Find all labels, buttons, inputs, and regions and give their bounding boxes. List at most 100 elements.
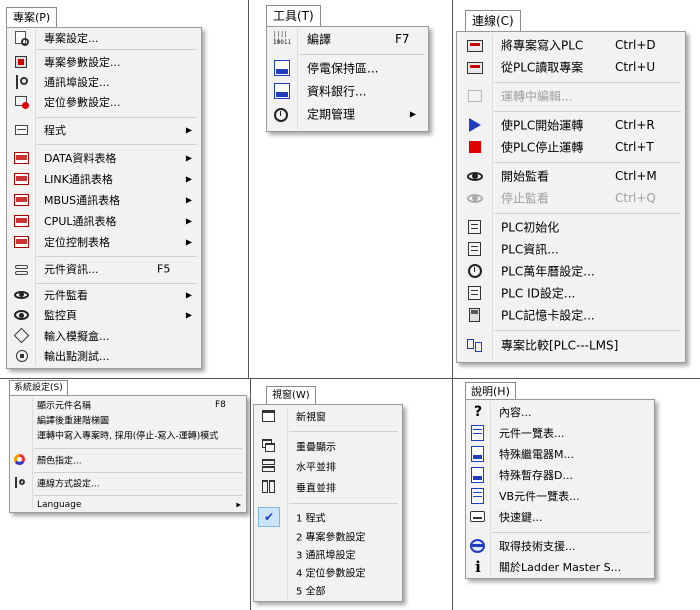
menu-item-link-table[interactable]: LINK通訊表格 ▶ <box>7 169 201 189</box>
eye-icon <box>14 287 30 303</box>
menu-item-window-1[interactable]: ✔ 1 程式 <box>254 507 402 527</box>
menu-item-new-window[interactable]: 新視窗 <box>254 406 402 426</box>
menu-item-window-5[interactable]: 5 全部 <box>254 581 402 599</box>
menu-item-write-plc[interactable]: 將專案寫入PLC Ctrl+D <box>457 34 685 56</box>
play-icon <box>467 117 483 133</box>
clock-icon <box>467 263 483 279</box>
vb-list-icon <box>470 487 486 504</box>
menu-item-run-edit: 運轉中編輯... <box>457 85 685 107</box>
menu-item-retentive[interactable]: 停電保持區... <box>267 57 428 79</box>
read-plc-icon <box>467 59 483 75</box>
menu-item-compare[interactable]: 專案比較[PLC---LMS] <box>457 334 685 356</box>
menu-item-element-watch[interactable]: 元件監看 ▶ <box>7 285 201 305</box>
menu-item-about[interactable]: i 關於Ladder Master S... <box>466 556 654 577</box>
menu-item-program[interactable]: 程式 ▶ <box>7 120 201 140</box>
window-dropdown: 新視窗 重疊顯示 水平並排 垂直並排 ✔ 1 程式 2 專案參數設定 3 通訊埠… <box>253 404 403 602</box>
program-icon <box>14 122 30 138</box>
menu-item-vb-list[interactable]: VB元件一覽表... <box>466 485 654 506</box>
menu-item-hotkeys[interactable]: 快速鍵... <box>466 506 654 527</box>
write-plc-icon <box>467 37 483 53</box>
connect-menu-panel: 連線(C) 將專案寫入PLC Ctrl+D 從PLC讀取專案 Ctrl+U 運轉… <box>453 0 700 378</box>
hotkey-icon <box>470 509 486 525</box>
menu-item-color[interactable]: 顏色指定... <box>10 452 246 468</box>
window-menu-panel: 視窗(W) 新視窗 重疊顯示 水平並排 垂直並排 ✔ 1 程式 2 專案參數設定… <box>251 379 452 610</box>
menu-item-window-2[interactable]: 2 專案參數設定 <box>254 527 402 545</box>
tools-menu-tab[interactable]: 工具(T) <box>266 5 321 27</box>
system-menu-tab[interactable]: 系統設定(S) <box>9 380 68 396</box>
special-register-icon <box>470 466 486 483</box>
menu-item-special-relay[interactable]: 特殊繼電器M... <box>466 443 654 464</box>
menu-item-cpul-table[interactable]: CPUL通訊表格 ▶ <box>7 211 201 231</box>
tools-menu-panel: 工具(T) |||| || 10011 編譯 F7 停電保持區... 資料銀行.… <box>249 0 452 378</box>
memory-card-icon <box>467 307 483 323</box>
menu-item-tech-support[interactable]: 取得技術支援... <box>466 535 654 556</box>
run-edit-icon <box>467 88 483 104</box>
question-icon: ? <box>473 403 483 420</box>
connect-dropdown: 將專案寫入PLC Ctrl+D 從PLC讀取專案 Ctrl+U 運轉中編輯...… <box>456 31 686 363</box>
menu-item-position-table[interactable]: 定位控制表格 ▶ <box>7 232 201 252</box>
connect-menu-tab[interactable]: 連線(C) <box>465 10 521 32</box>
menu-item-start-watch[interactable]: 開始監看 Ctrl+M <box>457 165 685 187</box>
menu-item-read-plc[interactable]: 從PLC讀取專案 Ctrl+U <box>457 56 685 78</box>
cascade-icon <box>262 439 276 453</box>
menu-item-output-test[interactable]: 輸出點測試... <box>7 346 201 366</box>
project-dropdown: 專案設定... 專案參數設定... 通訊埠設定... 定位參數設定... 程式 … <box>6 27 202 369</box>
menu-item-element-list[interactable]: 元件一覽表... <box>466 422 654 443</box>
menu-item-comm-port[interactable]: 通訊埠設定... <box>7 72 201 92</box>
cpul-table-icon <box>14 213 30 229</box>
compile-icon: |||| || 10011 <box>273 31 292 46</box>
menu-item-plc-stop[interactable]: 使PLC停止運轉 Ctrl+T <box>457 136 685 158</box>
menu-item-language[interactable]: Language ▶ <box>10 497 246 513</box>
help-menu-tab[interactable]: 說明(H) <box>465 382 516 400</box>
menu-item-monitor-page[interactable]: 監控頁 ▶ <box>7 305 201 325</box>
menu-item-contents[interactable]: ? 內容... <box>466 401 654 422</box>
tile-vertical-icon <box>262 480 276 494</box>
menu-item-plc-init[interactable]: PLC初始化 <box>457 216 685 238</box>
menu-item-compile[interactable]: |||| || 10011 編譯 F7 <box>267 28 428 50</box>
color-icon <box>14 454 26 466</box>
menu-item-rebuild-ladder[interactable]: 編譯後重建階梯圖 <box>10 412 246 427</box>
menu-item-stop-watch: 停止監看 Ctrl+Q <box>457 187 685 209</box>
menu-item-plc-run[interactable]: 使PLC開始運轉 Ctrl+R <box>457 114 685 136</box>
check-icon: ✔ <box>258 507 280 527</box>
menu-item-plc-info[interactable]: PLC資訊... <box>457 238 685 260</box>
support-icon <box>470 538 486 554</box>
menu-item-show-names[interactable]: 顯示元件名稱 F8 <box>10 397 246 412</box>
menu-item-element-info[interactable]: 元件資訊... F5 <box>7 258 201 280</box>
special-relay-icon <box>470 445 486 462</box>
menu-item-tile-vertical[interactable]: 垂直並排 <box>254 477 402 497</box>
menu-item-window-4[interactable]: 4 定位參數設定 <box>254 563 402 581</box>
help-menu-panel: 說明(H) ? 內容... 元件一覽表... 特殊繼電器M... 特殊暫存器D.… <box>453 379 700 610</box>
plc-init-icon <box>467 219 483 235</box>
menu-item-project-settings[interactable]: 專案設定... <box>7 28 201 48</box>
menu-item-databank[interactable]: 資料銀行... <box>267 80 428 102</box>
menu-item-cascade[interactable]: 重疊顯示 <box>254 436 402 456</box>
tile-horizontal-icon <box>262 459 276 473</box>
menu-item-window-3[interactable]: 3 通訊埠設定 <box>254 545 402 563</box>
menu-item-tile-horizontal[interactable]: 水平並排 <box>254 456 402 476</box>
eye-icon <box>467 168 483 184</box>
menu-item-parameter-settings[interactable]: 專案參數設定... <box>7 52 201 72</box>
mbus-table-icon <box>14 192 30 208</box>
menu-item-write-mode[interactable]: 運轉中寫入專案時, 採用(停止-寫入-運轉)模式 <box>10 427 246 442</box>
menu-item-special-register[interactable]: 特殊暫存器D... <box>466 464 654 485</box>
window-menu-tab[interactable]: 視窗(W) <box>266 386 316 405</box>
menu-item-periodic-mgmt[interactable]: 定期管理 ▶ <box>267 103 428 125</box>
project-settings-icon <box>14 30 30 46</box>
menu-item-positioning[interactable]: 定位參數設定... <box>7 92 201 112</box>
menu-item-input-sim[interactable]: 輸入模擬盒... <box>7 326 201 346</box>
menu-item-memory-card[interactable]: PLC記憶卡設定... <box>457 304 685 326</box>
link-table-icon <box>14 171 30 187</box>
help-dropdown: ? 內容... 元件一覽表... 特殊繼電器M... 特殊暫存器D... VB元… <box>465 399 655 579</box>
menu-item-connection-method[interactable]: 連線方式設定... <box>10 475 246 491</box>
output-test-icon <box>14 348 30 364</box>
project-menu-tab[interactable]: 專案(P) <box>6 7 58 28</box>
plc-info-icon <box>467 241 483 257</box>
element-info-icon <box>14 261 30 277</box>
menu-item-plc-calendar[interactable]: PLC萬年曆設定... <box>457 260 685 282</box>
menu-item-mbus-table[interactable]: MBUS通訊表格 ▶ <box>7 190 201 210</box>
comm-port-icon <box>14 74 30 90</box>
menu-item-plc-id[interactable]: PLC ID設定... <box>457 282 685 304</box>
project-menu-panel: 專案(P) 專案設定... 專案參數設定... 通訊埠設定... 定位參數設定.… <box>0 0 248 378</box>
menu-item-data-table[interactable]: DATA資料表格 ▶ <box>7 148 201 168</box>
